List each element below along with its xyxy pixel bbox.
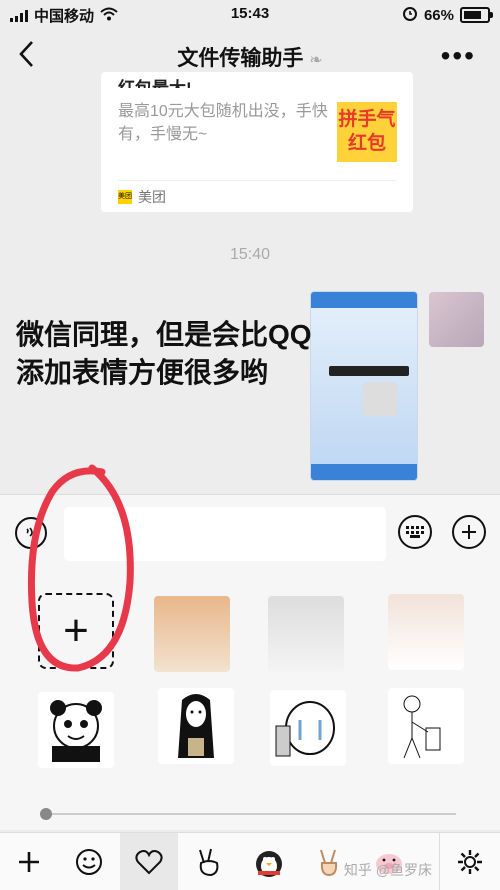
status-bar: 中国移动 15:43 66% — [0, 0, 500, 28]
battery-label: 66% — [423, 6, 454, 24]
sticker-stick-figure[interactable] — [388, 688, 464, 764]
sticker-white-cat-sitting[interactable] — [268, 596, 344, 672]
meituan-logo-icon: 美团 — [118, 190, 132, 204]
screenshot-message[interactable] — [310, 291, 418, 481]
emoji-icon[interactable] — [60, 833, 118, 890]
add-icon[interactable] — [0, 833, 58, 890]
sticker-no-face-bucket[interactable] — [158, 688, 234, 764]
more-dots-icon[interactable]: ••• — [441, 40, 476, 72]
sticker-scroll-track — [44, 813, 456, 815]
watermark: 知乎 @鱼罗床 — [343, 862, 432, 878]
sticker-panda-meme[interactable] — [38, 692, 114, 768]
plus-icon[interactable] — [452, 515, 486, 549]
avatar[interactable] — [429, 292, 484, 347]
peace-hand-icon[interactable] — [180, 833, 238, 890]
sticker-cat-with-jar[interactable] — [388, 594, 464, 670]
card-thumbnail: 拼手气红包 — [337, 102, 397, 162]
sticker-scroll-thumb[interactable] — [40, 808, 52, 820]
screenshot-header — [311, 292, 417, 308]
add-sticker-button[interactable]: + — [38, 593, 114, 669]
screenshot-popup — [329, 366, 409, 376]
alarm-icon — [402, 5, 418, 25]
page-title-text: 文件传输助手 — [177, 47, 304, 70]
screenshot-footer — [311, 464, 417, 480]
sticker-bear-crying[interactable] — [270, 690, 346, 766]
screenshot-sticker — [363, 382, 397, 416]
message-input[interactable] — [64, 507, 386, 561]
card-divider — [118, 180, 396, 181]
meituan-card[interactable]: 红包最大! 最高10元大包随机出没，手快有，手慢无~ 拼手气红包 美团 美团 — [101, 72, 413, 212]
card-description: 最高10元大包随机出没，手快有，手慢无~ — [118, 103, 328, 143]
ear-icon: ❧ — [309, 52, 323, 69]
card-source-label: 美团 — [138, 189, 166, 205]
gear-icon[interactable] — [439, 833, 500, 890]
card-title: 红包最大! — [118, 74, 192, 88]
keyboard-icon[interactable] — [398, 515, 432, 549]
heart-icon[interactable] — [120, 833, 178, 890]
input-bar — [0, 494, 500, 571]
status-right: 66% — [402, 5, 493, 25]
card-source: 美团 美团 — [118, 187, 166, 207]
penguin-icon[interactable] — [240, 833, 298, 890]
battery-icon — [460, 7, 493, 23]
sticker-cat-blush[interactable] — [154, 596, 230, 672]
message-timestamp: 15:40 — [229, 246, 271, 263]
overlay-caption: 微信同理，但是会比QQ添加表情方便很多哟 — [16, 319, 312, 388]
voice-icon[interactable] — [15, 517, 47, 549]
page-title: 文件传输助手 ❧ — [0, 42, 500, 72]
